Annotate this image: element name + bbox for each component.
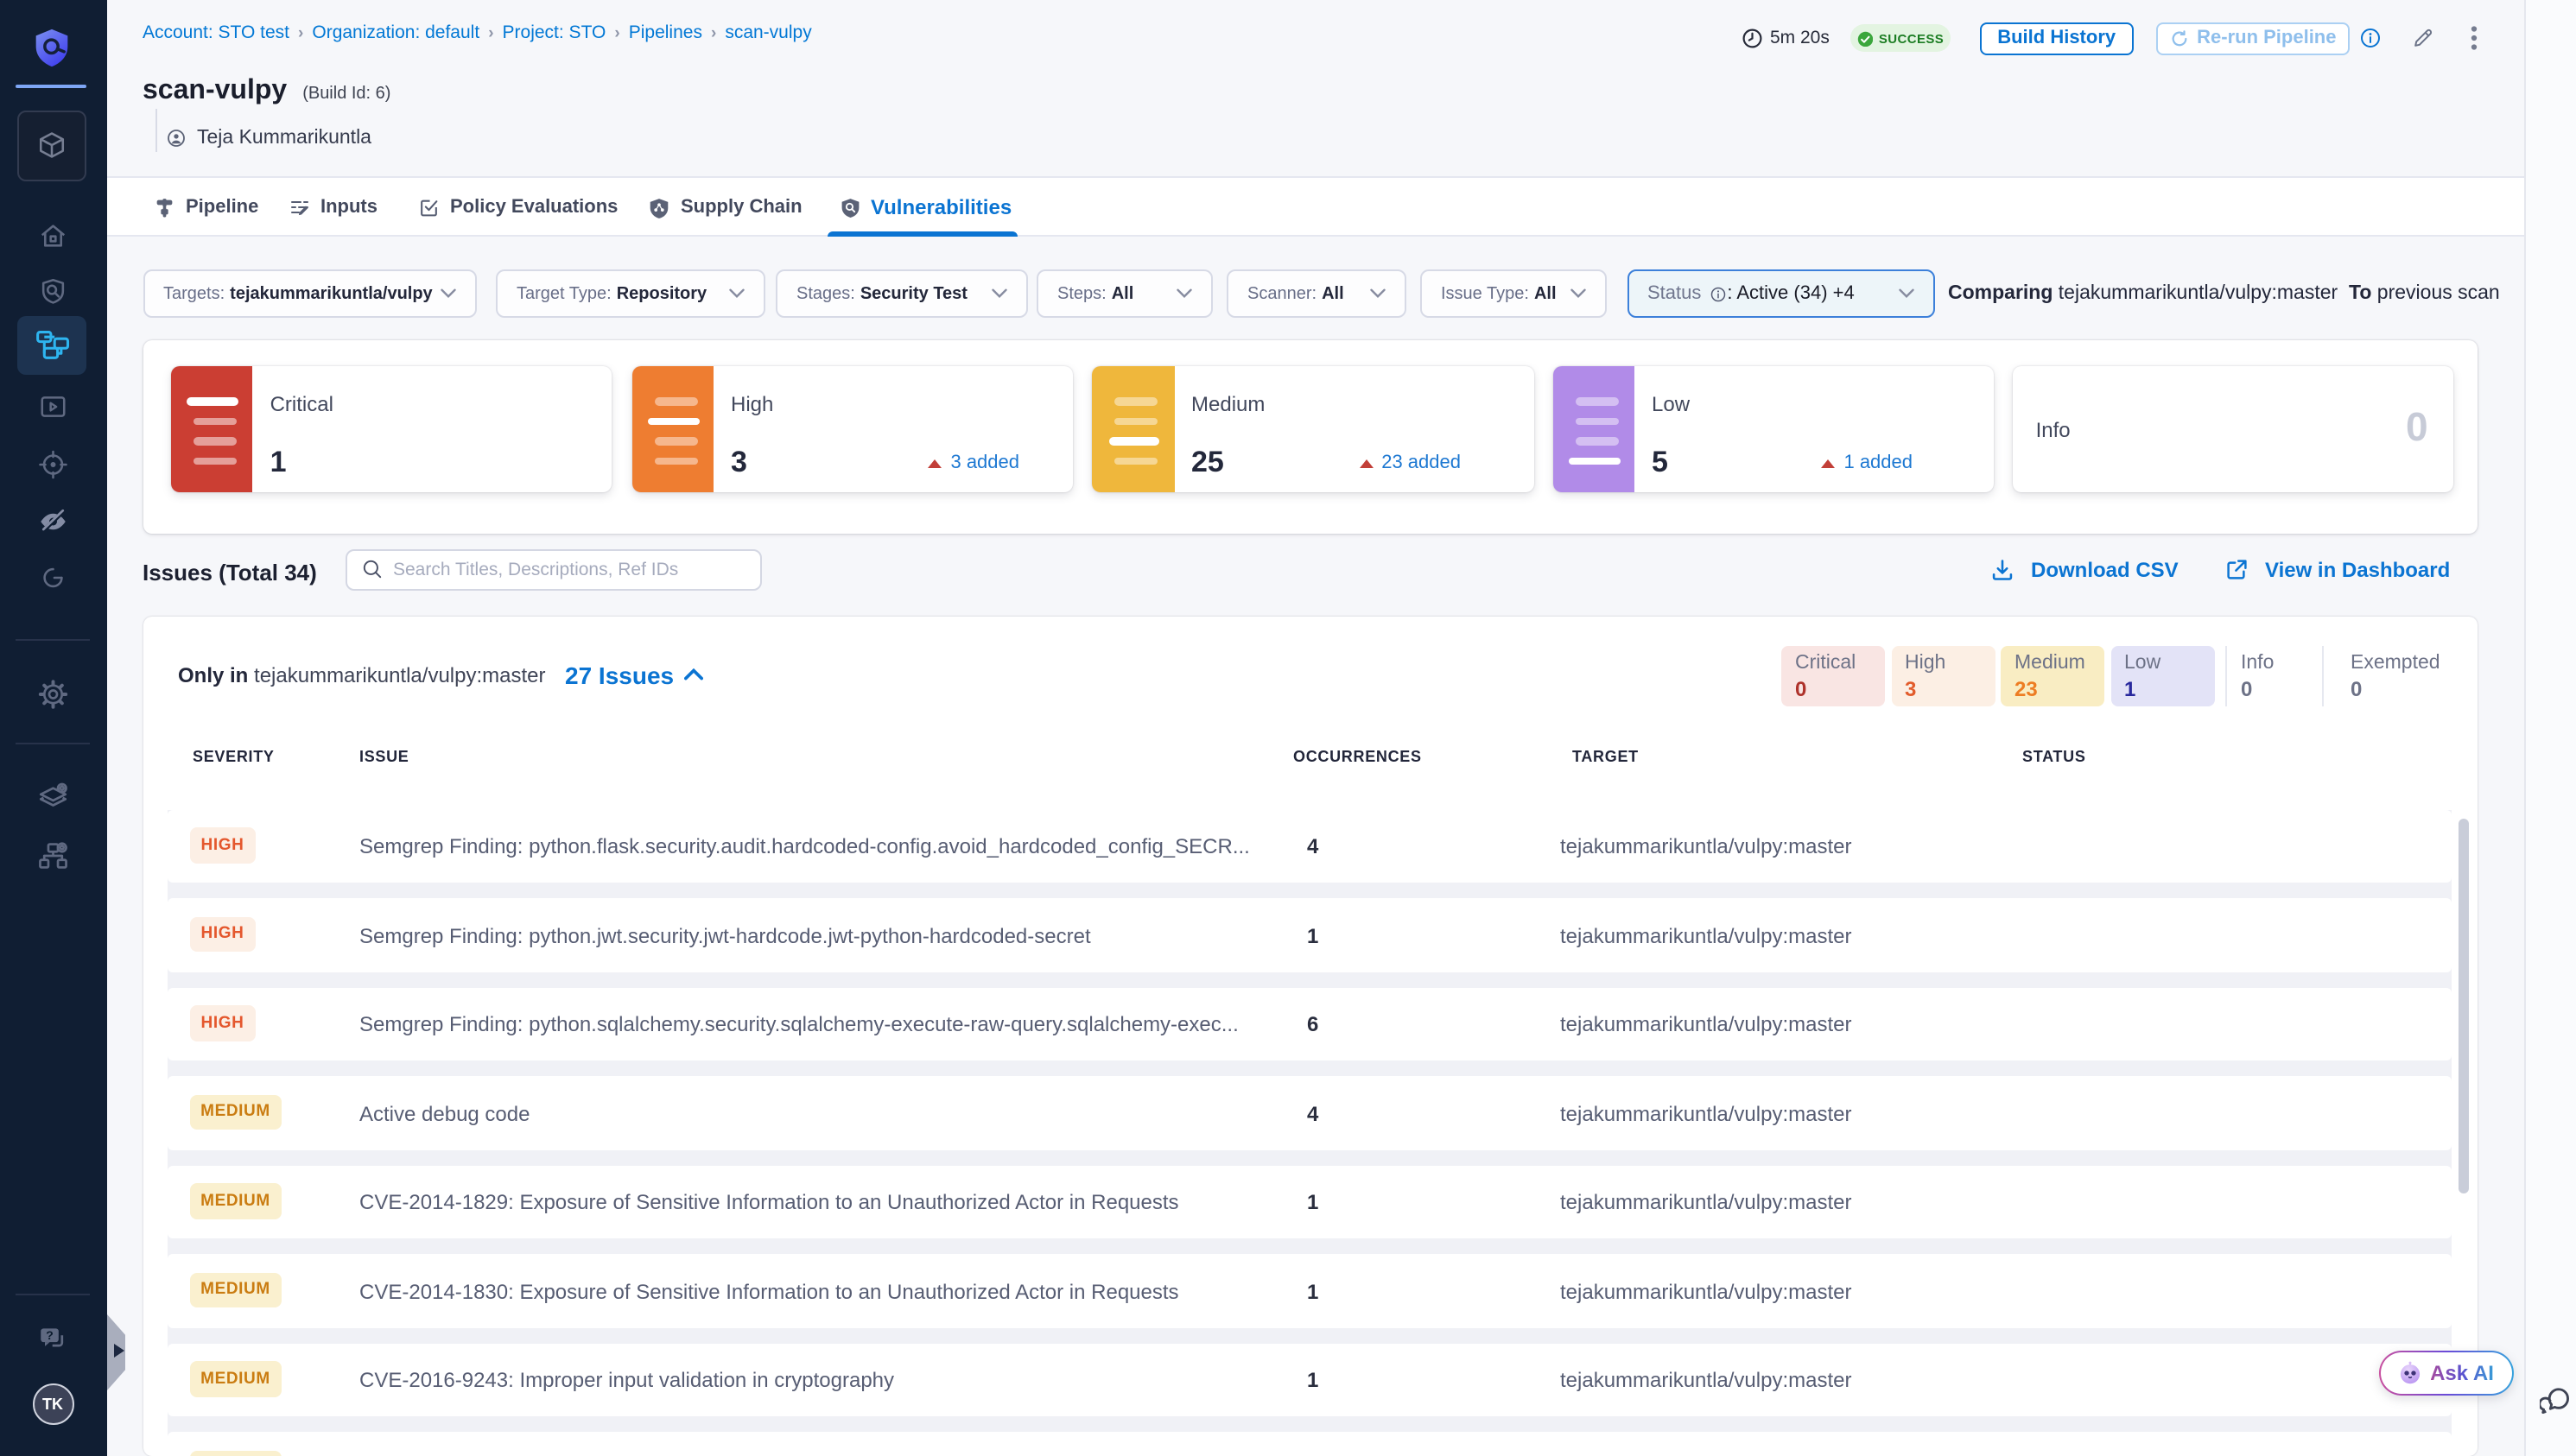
svg-text:?: ? <box>46 1329 54 1343</box>
